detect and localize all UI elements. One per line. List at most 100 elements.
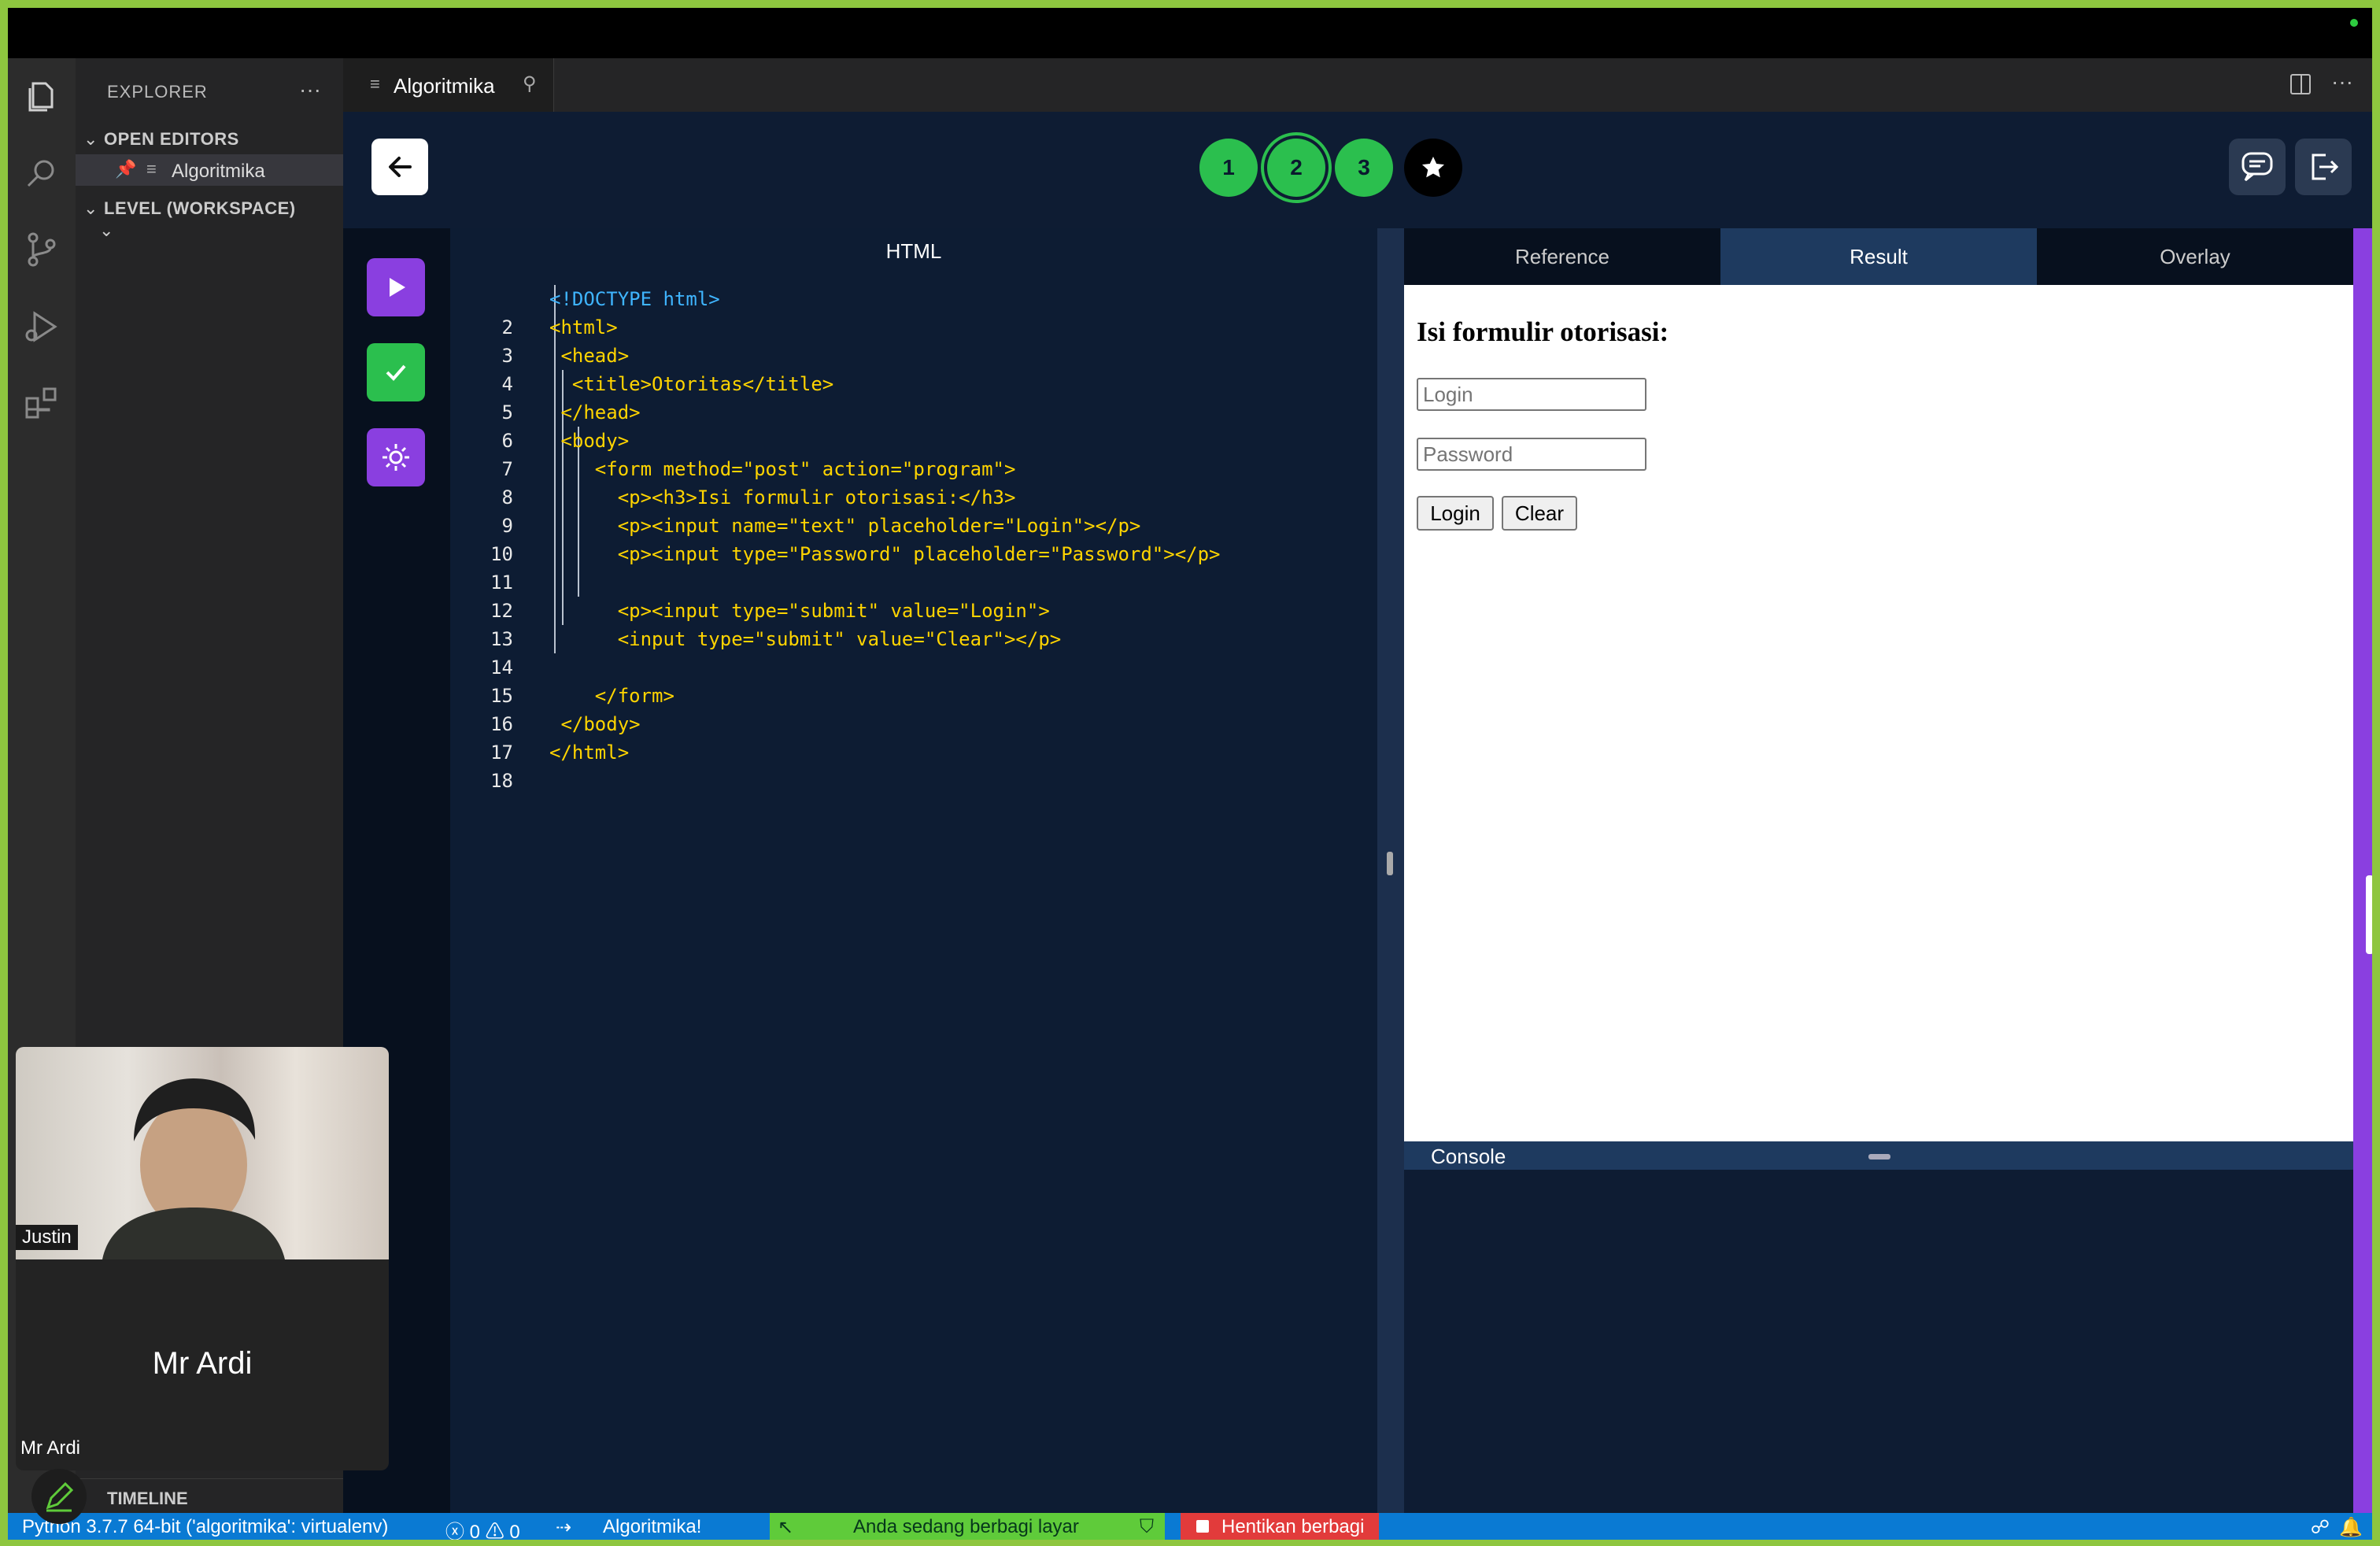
code-line[interactable]: </html> <box>549 738 629 767</box>
tab-algoritmika[interactable]: ≡ Algoritmika ⚲ <box>343 58 554 112</box>
clear-button[interactable]: Clear <box>1502 496 1577 531</box>
level-2-button[interactable]: 2 <box>1267 139 1325 197</box>
workspace-section[interactable]: ⌄ LEVEL (WORKSPACE) <box>83 198 296 219</box>
editor-title: HTML <box>885 239 942 263</box>
notifications-icon[interactable]: 🔔 <box>2339 1516 2363 1539</box>
pin-icon[interactable]: ⚲ <box>523 72 537 95</box>
open-editor-item[interactable]: 📌 ≡ Algoritmika <box>76 154 343 186</box>
line-number: 10 <box>490 543 513 565</box>
screen: EXPLORER ··· ⌄ OPEN EDITORS 📌 ≡ Algoritmi… <box>8 8 2372 1540</box>
error-count: 0 <box>469 1522 481 1540</box>
warning-count: 0 <box>509 1522 520 1540</box>
checkmark-icon <box>386 364 406 381</box>
chevron-down-icon[interactable]: ⌄ <box>99 220 113 241</box>
sun-icon <box>382 444 409 471</box>
algoritmika-app: 1 2 3 HTML <!DOCTYPE html> 2 <html> 3 <head… <box>343 112 2372 1513</box>
code-line[interactable]: <input type="submit" value="Clear"></p> <box>549 625 1062 653</box>
chat-button[interactable] <box>2229 139 2286 195</box>
search-icon[interactable] <box>22 154 61 194</box>
code-line[interactable]: <head> <box>549 342 629 370</box>
login-button[interactable]: Login <box>1417 496 1494 531</box>
split-editor-icon[interactable] <box>2290 74 2311 94</box>
code-line[interactable]: </head> <box>549 398 640 427</box>
line-number: 7 <box>501 458 513 480</box>
star-level-button[interactable] <box>1404 139 1462 197</box>
code-line[interactable]: <form method="post" action="program"> <box>549 455 1016 483</box>
file-lines-icon: ≡ <box>370 74 380 94</box>
code-line[interactable]: </form> <box>549 682 674 710</box>
result-frame: Isi formulir otorisasi: Login Clear <box>1404 285 2353 1141</box>
explorer-more-icon[interactable]: ··· <box>299 77 321 102</box>
file-lines-icon: ≡ <box>146 159 157 179</box>
tab-label: Algoritmika <box>394 74 495 98</box>
level-3-button[interactable]: 3 <box>1335 139 1393 197</box>
shield-icon: ⛉ <box>1140 1516 1154 1537</box>
tab-result[interactable]: Result <box>1720 228 2037 285</box>
pin-icon[interactable]: 📌 <box>115 159 136 179</box>
participant-video: Justin <box>16 1047 389 1259</box>
tab-overlay[interactable]: Overlay <box>2037 228 2353 285</box>
exit-icon <box>2312 153 2339 180</box>
open-editors-label: OPEN EDITORS <box>104 129 239 149</box>
app-status[interactable]: Algoritmika! <box>603 1516 701 1538</box>
code-line[interactable]: <!DOCTYPE html> <box>549 285 720 313</box>
login-input[interactable] <box>1417 378 1646 411</box>
line-number: 5 <box>501 401 513 423</box>
console-header[interactable]: Console <box>1404 1141 2353 1170</box>
line-number: 17 <box>490 742 513 764</box>
play-icon <box>390 278 405 297</box>
more-actions-icon[interactable]: ··· <box>2331 69 2353 94</box>
preview-pane: Reference Result Overlay Isi formulir ot… <box>1404 228 2353 1513</box>
star-icon <box>1422 157 1444 178</box>
line-number: 14 <box>490 656 513 679</box>
problems-indicator[interactable]: ⓧ 0 ⚠ 0 <box>445 1516 520 1540</box>
level-1-button[interactable]: 1 <box>1199 139 1258 197</box>
code-line[interactable]: <html> <box>549 313 618 342</box>
code-line[interactable]: <p><input type="submit" value="Login"> <box>549 597 1050 625</box>
code-line[interactable]: </body> <box>549 710 640 738</box>
python-interpreter[interactable]: Python 3.7.7 64-bit ('algoritmika': virt… <box>22 1516 388 1538</box>
chevron-down-icon: ⌄ <box>83 198 98 218</box>
chat-icon <box>2241 152 2273 182</box>
files-icon[interactable] <box>22 77 61 117</box>
run-debug-icon[interactable] <box>22 307 61 346</box>
live-share-icon[interactable]: ☍ <box>2311 1516 2330 1539</box>
minimize-icon[interactable] <box>1868 1154 1890 1160</box>
screen-share-banner: ↖ Anda sedang berbagi layar ⛉ <box>770 1513 1165 1540</box>
stop-sharing-button[interactable]: Hentikan berbagi <box>1181 1513 1379 1540</box>
code-line[interactable]: <p><input type="Password" placeholder="P… <box>549 540 1221 568</box>
chevron-down-icon: ⌄ <box>83 129 98 149</box>
resize-grip-icon[interactable] <box>1387 852 1393 875</box>
broadcast-icon[interactable]: ⇢ <box>556 1516 571 1539</box>
code-line[interactable]: <title>Otoritas</title> <box>549 370 833 398</box>
pane-resizer[interactable] <box>1377 228 1404 1513</box>
code-editor[interactable]: HTML <!DOCTYPE html> 2 <html> 3 <head> 4 <ti… <box>450 228 1377 1513</box>
tab-reference[interactable]: Reference <box>1404 228 1720 285</box>
line-number: 3 <box>501 345 513 367</box>
line-number: 11 <box>490 571 513 594</box>
form-heading: Isi formulir otorisasi: <box>1417 316 1669 347</box>
line-number: 13 <box>490 628 513 650</box>
source-control-icon[interactable] <box>22 230 61 269</box>
run-button[interactable] <box>367 258 425 316</box>
extensions-icon[interactable] <box>22 383 61 422</box>
annotate-button[interactable] <box>31 1469 87 1524</box>
exit-button[interactable] <box>2295 139 2352 195</box>
timeline-section[interactable]: TIMELINE <box>76 1478 343 1513</box>
pencil-icon <box>46 1481 74 1512</box>
password-input[interactable] <box>1417 438 1646 471</box>
code-line[interactable]: <body> <box>549 427 629 455</box>
title-bar <box>8 8 2372 58</box>
arrow-left-icon <box>389 157 412 177</box>
scrollbar-thumb[interactable] <box>2366 875 2372 954</box>
code-line[interactable]: <p><h3>Isi formulir otorisasi:</h3> <box>549 483 1016 512</box>
check-button[interactable] <box>367 343 425 401</box>
theme-toggle-button[interactable] <box>367 428 425 486</box>
code-line[interactable]: <p><input name="text" placeholder="Login… <box>549 512 1141 540</box>
host-display-name: Mr Ardi <box>152 1346 253 1381</box>
open-editors-section[interactable]: ⌄ OPEN EDITORS <box>83 129 239 150</box>
open-editor-label: Algoritmika <box>172 161 265 182</box>
line-number: 6 <box>501 430 513 452</box>
back-button[interactable] <box>371 139 428 195</box>
host-name-label: Mr Ardi <box>20 1437 81 1459</box>
